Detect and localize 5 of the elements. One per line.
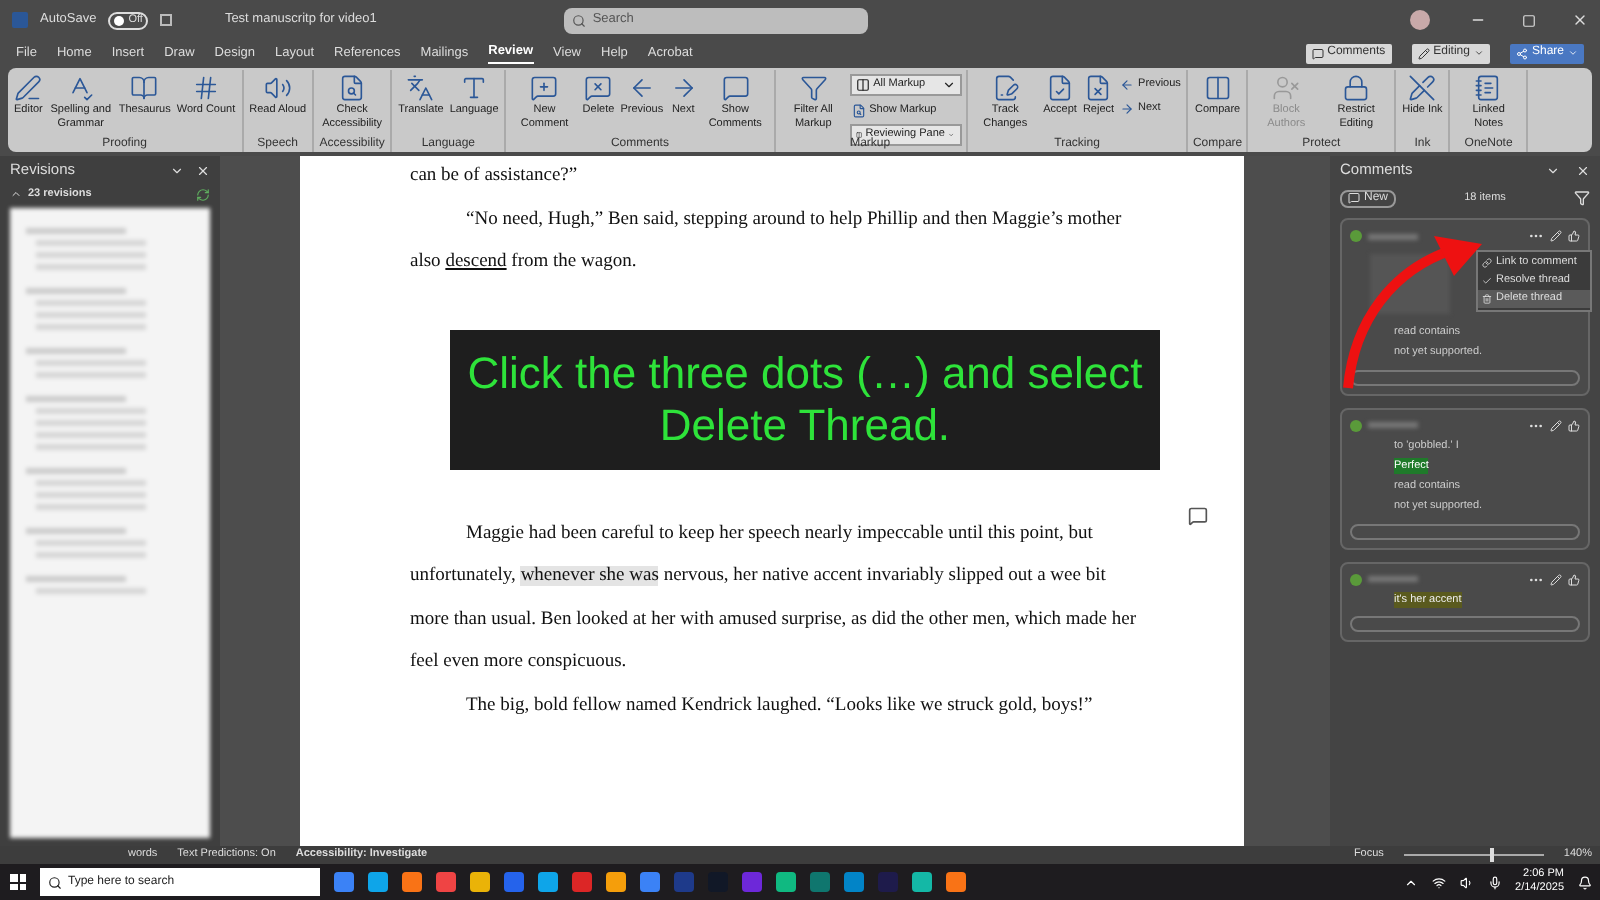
paragraph: Maggie had been careful to keep her speech nearly impeccable until this point, but unfortunately, whenever she was nervous, her native accent invariably slipped out a wee bit more than usual. Ben looked at her with amused surprise, as did the other men, which made her feel even more conspicuous. <box>410 521 1139 676</box>
paragraph: can be of assistance?” <box>410 164 580 190</box>
paragraph: “No need, Hugh,” Ben said, stepping around to help Phillip and then Maggie’s mother also descend from the wagon. <box>410 207 1124 276</box>
instruction-overlay: Click the three dots (…) and select Delete Thread. <box>450 329 1160 469</box>
paragraph: The big, bold fellow named Kendrick laughed. “Looks like we struck gold, boys!” <box>464 693 1095 719</box>
